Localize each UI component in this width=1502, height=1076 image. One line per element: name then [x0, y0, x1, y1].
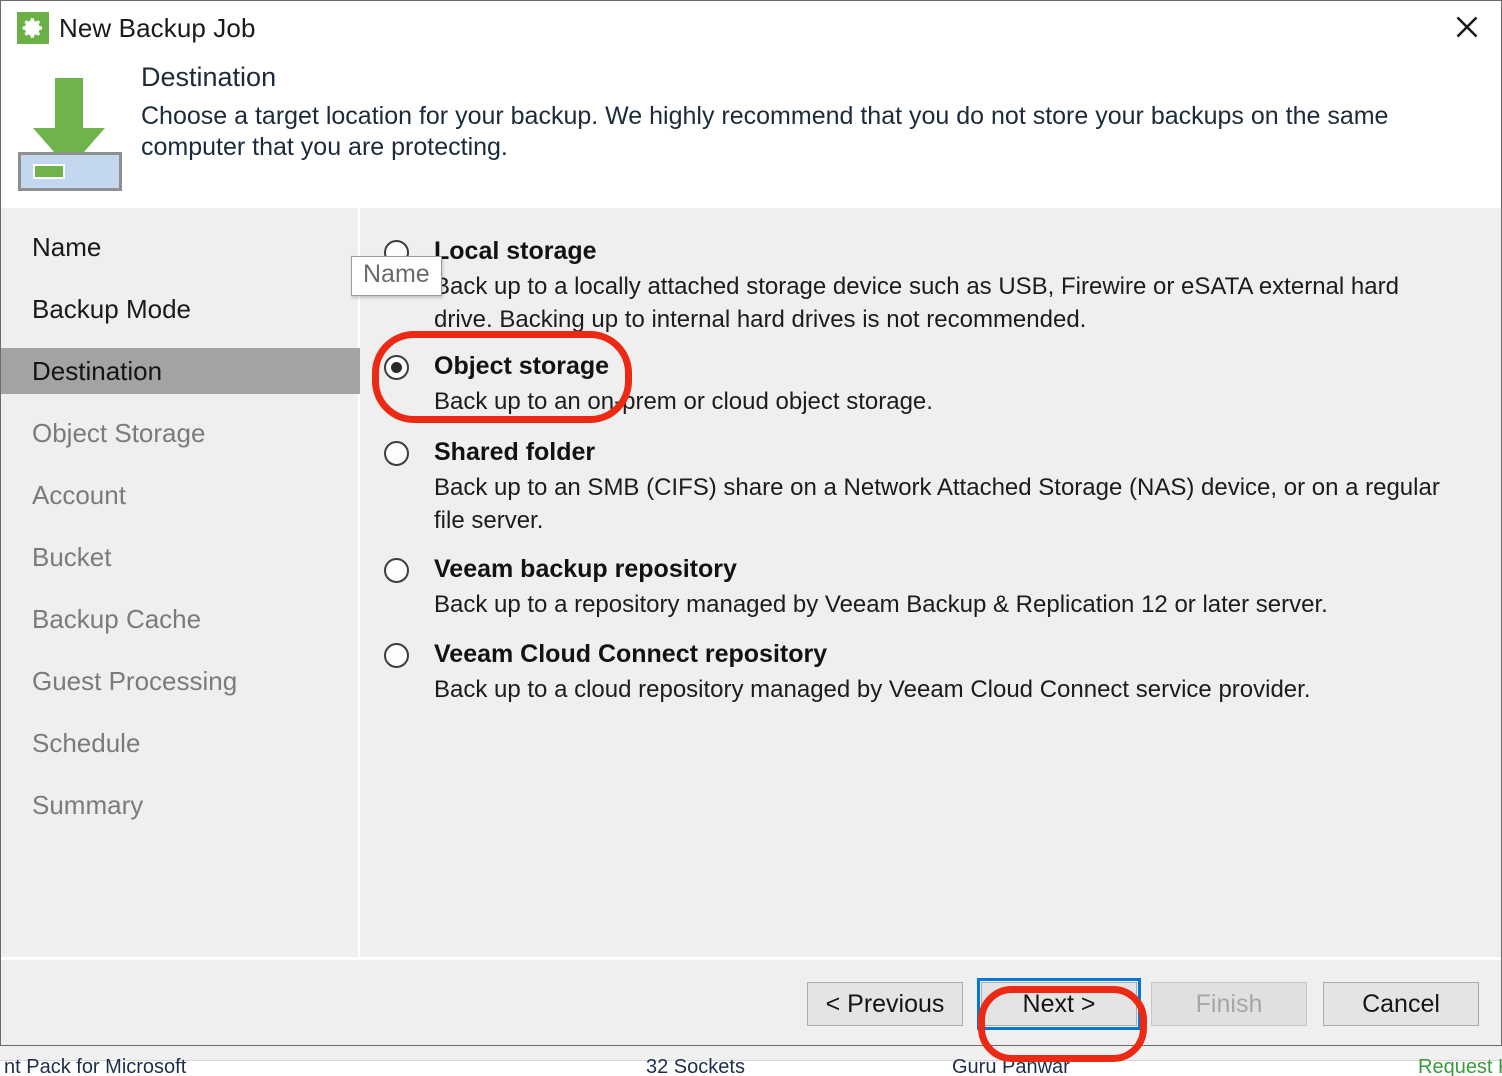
sidebar-item-bucket[interactable]: Bucket — [1, 534, 360, 580]
sidebar-item-label: Backup Cache — [32, 603, 202, 634]
sidebar-item-label: Schedule — [32, 727, 141, 758]
sidebar-item-label: Guest Processing — [32, 665, 238, 696]
sidebar-item-label: Backup Mode — [32, 293, 191, 324]
sidebar-item-account[interactable]: Account — [1, 472, 360, 518]
sidebar-item-label: Summary — [32, 789, 144, 820]
dialog-body: Name Backup Mode Destination Object Stor… — [1, 208, 1501, 957]
sidebar-item-summary[interactable]: Summary — [1, 782, 360, 828]
dialog-banner: Destination Choose a target location for… — [1, 56, 1501, 208]
destination-options-group: Local storage Back up to a locally attac… — [362, 208, 1501, 957]
option-label[interactable]: Shared folder — [434, 438, 595, 467]
sidebar-item-object-storage[interactable]: Object Storage — [1, 410, 360, 456]
banner-title: Destination — [141, 62, 277, 92]
option-label[interactable]: Object storage — [434, 352, 609, 381]
radio-veeam-cloud-connect-repository[interactable] — [384, 643, 409, 668]
new-backup-job-dialog: New Backup Job Destination Choose a targ… — [0, 0, 1502, 1046]
wizard-step-list: Name Backup Mode Destination Object Stor… — [1, 208, 360, 957]
dialog-titlebar: New Backup Job — [1, 1, 1501, 56]
banner-subtitle: Choose a target location for your backup… — [141, 102, 1389, 161]
sidebar-item-label: Account — [32, 479, 126, 510]
gear-icon — [17, 12, 49, 44]
dialog-footer: < Previous Next > Finish Cancel — [1, 957, 1501, 1045]
option-description: Back up to a locally attached storage de… — [434, 273, 1399, 333]
sidebar-item-backup-cache[interactable]: Backup Cache — [1, 596, 360, 642]
background-cell-product: nt Pack for Microsoft — [4, 1056, 187, 1076]
background-cell-owner: Guru Panwar — [952, 1056, 1070, 1076]
sidebar-item-label: Name — [32, 231, 102, 262]
radio-veeam-backup-repository[interactable] — [384, 558, 409, 583]
radio-object-storage[interactable] — [384, 355, 409, 380]
option-description: Back up to a cloud repository managed by… — [434, 676, 1311, 703]
tooltip: Name — [351, 256, 442, 296]
close-icon[interactable] — [1439, 3, 1495, 51]
cancel-button[interactable]: Cancel — [1323, 982, 1479, 1026]
previous-button[interactable]: < Previous — [807, 982, 963, 1026]
background-window: nt Pack for Microsoft 32 Sockets Guru Pa… — [0, 1046, 1502, 1076]
sidebar-item-guest-processing[interactable]: Guest Processing — [1, 658, 360, 704]
background-window-row: nt Pack for Microsoft 32 Sockets Guru Pa… — [0, 1056, 1502, 1076]
option-description: Back up to a repository managed by Veeam… — [434, 591, 1328, 618]
sidebar-item-destination[interactable]: Destination — [1, 348, 360, 394]
option-description: Back up to an SMB (CIFS) share on a Netw… — [434, 474, 1440, 534]
next-button[interactable]: Next > — [977, 978, 1141, 1030]
download-to-storage-icon — [18, 73, 122, 193]
option-description: Back up to an on-prem or cloud object st… — [434, 388, 933, 415]
sidebar-item-label: Bucket — [32, 541, 112, 572]
sidebar-item-label: Destination — [32, 355, 163, 386]
radio-shared-folder[interactable] — [384, 441, 409, 466]
finish-button: Finish — [1151, 982, 1307, 1026]
option-label[interactable]: Local storage — [434, 237, 597, 266]
background-cell-sockets: 32 Sockets — [646, 1056, 745, 1076]
sidebar-item-schedule[interactable]: Schedule — [1, 720, 360, 766]
sidebar-item-label: Object Storage — [32, 417, 206, 448]
option-label[interactable]: Veeam Cloud Connect repository — [434, 640, 827, 669]
option-label[interactable]: Veeam backup repository — [434, 555, 737, 584]
background-cell-request-key: Request Key — [1418, 1056, 1502, 1076]
sidebar-item-name[interactable]: Name — [1, 224, 360, 270]
dialog-title: New Backup Job — [59, 13, 256, 43]
sidebar-item-backup-mode[interactable]: Backup Mode — [1, 286, 360, 332]
